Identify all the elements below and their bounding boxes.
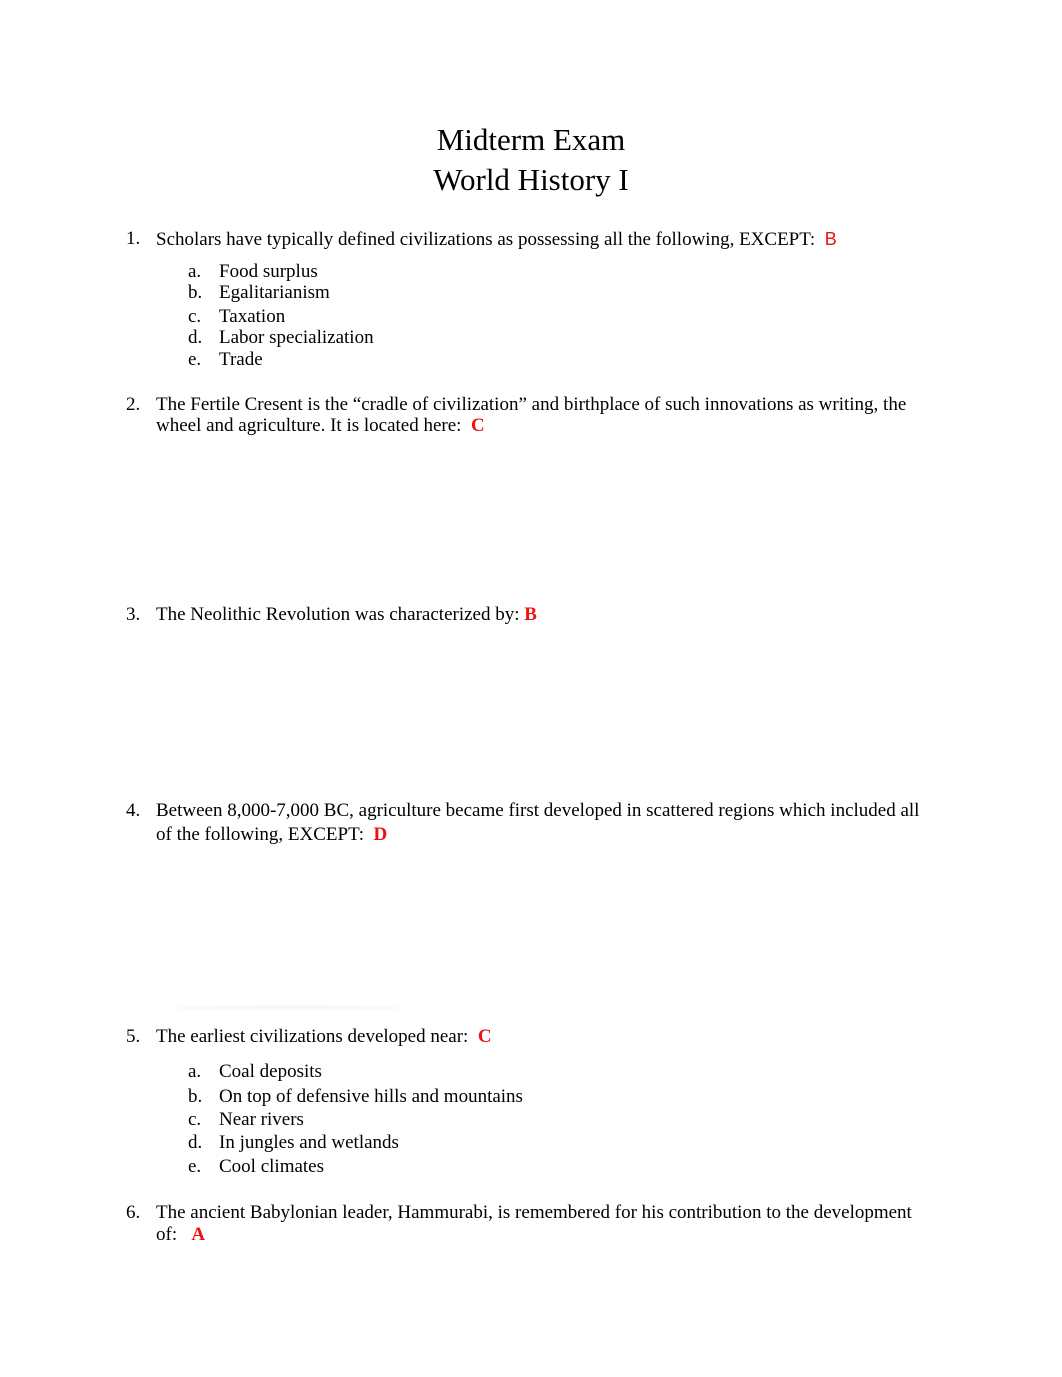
question-number: 3. [126,604,141,625]
option-text: Near rivers [219,1109,304,1130]
question-text: of: A [156,1224,205,1246]
option-letter: e. [188,1156,202,1177]
question-text: Scholars have typically defined civiliza… [156,228,837,251]
question-text: wheel and agriculture. It is located her… [156,415,485,437]
question-text-line: The Neolithic Revolution was characteriz… [156,604,525,625]
option-letter: d. [188,327,203,348]
question-number: 5. [126,1026,141,1047]
option-letter: d. [188,1132,203,1153]
option-text: Trade [219,349,263,370]
image-edge-shadow [170,1006,405,1010]
answer-key: C [470,415,485,436]
option-text: On top of defensive hills and mountains [219,1086,523,1107]
option-letter: b. [188,1086,203,1107]
question-number: 2. [126,394,141,415]
answer-key: D [373,824,388,845]
option-letter: a. [188,1061,202,1082]
answer-key: B [524,604,537,625]
option-text: In jungles and wetlands [219,1132,399,1153]
question-text: The Neolithic Revolution was characteriz… [156,604,537,626]
question-number: 1. [126,228,141,249]
answer-key: A [191,1224,206,1245]
option-text: Egalitarianism [219,282,330,303]
exam-title: Midterm Exam [436,122,626,157]
question-text-line: wheel and agriculture. It is located her… [156,415,471,436]
option-letter: c. [188,306,202,327]
option-text: Labor specialization [219,327,374,348]
question-text: The earliest civilizations developed nea… [156,1026,492,1048]
question-text-line: of the following, EXCEPT: [156,824,374,845]
option-text: Coal deposits [219,1061,322,1082]
option-text: Food surplus [219,261,318,282]
question-number: 6. [126,1202,141,1223]
question-text: of the following, EXCEPT: D [156,824,387,846]
answer-key: C [477,1026,492,1047]
question-text-line: Scholars have typically defined civiliza… [156,229,825,250]
option-letter: b. [188,282,203,303]
course-title: World History I [433,162,629,197]
question-text-line: of: [156,1224,192,1245]
question-text-line: The ancient Babylonian leader, Hammurabi… [156,1202,912,1223]
question-number: 4. [126,800,141,821]
question-text-line: The Fertile Cresent is the “cradle of ci… [156,394,907,415]
question-text-line: Between 8,000-7,000 BC, agriculture beca… [156,800,920,821]
option-letter: e. [188,349,202,370]
question-text-line: The earliest civilizations developed nea… [156,1026,478,1047]
option-text: Cool climates [219,1156,325,1177]
answer-key: B [824,229,837,249]
option-text: Taxation [219,306,286,327]
option-letter: a. [188,261,202,282]
option-letter: c. [188,1109,202,1130]
